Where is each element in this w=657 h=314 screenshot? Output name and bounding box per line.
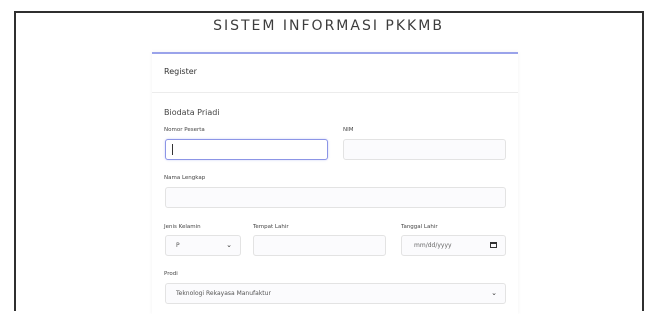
prodi-select[interactable]: Teknologi Rekayasa Manufaktur ⌄ <box>165 283 506 304</box>
date-placeholder: mm/dd/yyyy <box>414 242 452 249</box>
nama-lengkap-input[interactable] <box>165 187 506 208</box>
jenis-kelamin-value: P <box>176 242 180 249</box>
app-title: SISTEM INFORMASI PKKMB <box>213 18 444 34</box>
nomor-peserta-label: Nomor Peserta <box>164 127 205 133</box>
tanggal-lahir-input[interactable]: mm/dd/yyyy <box>401 235 506 256</box>
section-title: Biodata Priadi <box>164 108 220 117</box>
register-card: Register Biodata Priadi Nomor Peserta NI… <box>152 52 518 314</box>
nomor-peserta-input[interactable] <box>165 139 328 160</box>
tempat-lahir-input[interactable] <box>253 235 386 256</box>
nim-input[interactable] <box>343 139 506 160</box>
nim-label: NIM <box>343 127 354 133</box>
prodi-label: Prodi <box>164 271 178 277</box>
card-header: Register <box>152 54 518 93</box>
card-title: Register <box>164 67 197 76</box>
calendar-icon[interactable] <box>490 242 497 248</box>
chevron-down-icon: ⌄ <box>226 241 232 249</box>
jenis-kelamin-select[interactable]: P ⌄ <box>165 235 241 256</box>
jenis-kelamin-label: Jenis Kelamin <box>164 224 201 230</box>
nama-lengkap-label: Nama Lengkap <box>164 175 206 181</box>
text-caret <box>172 144 173 155</box>
prodi-value: Teknologi Rekayasa Manufaktur <box>176 290 271 297</box>
chevron-down-icon: ⌄ <box>491 289 497 297</box>
tempat-lahir-label: Tempat Lahir <box>253 224 289 230</box>
tanggal-lahir-label: Tanggal Lahir <box>401 224 438 230</box>
